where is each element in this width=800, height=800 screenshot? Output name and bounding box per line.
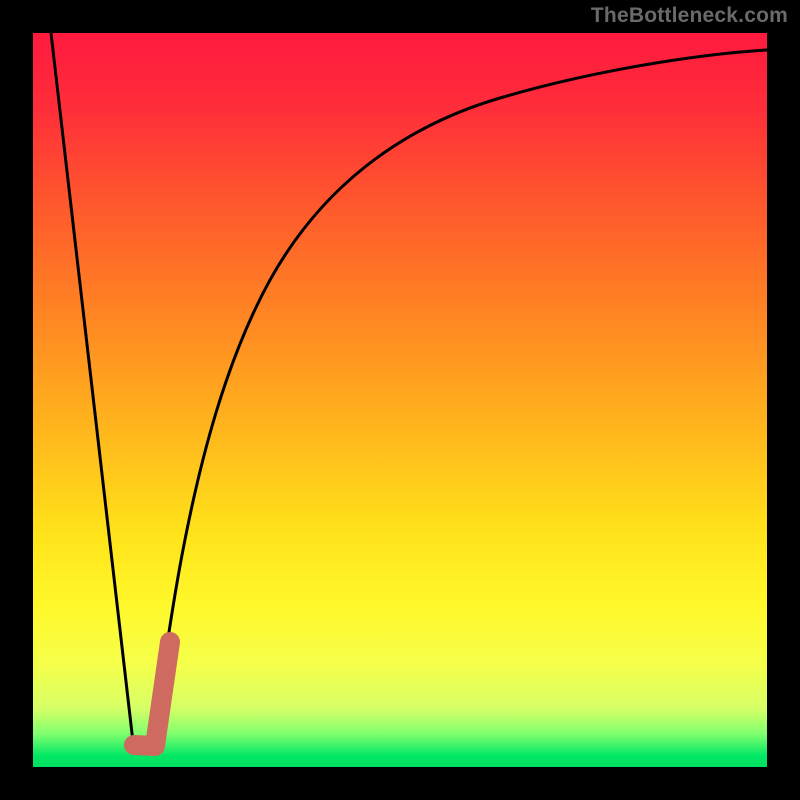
series-right-curve — [153, 50, 767, 742]
series-left-line — [51, 33, 133, 742]
series-marker-segment — [134, 642, 170, 746]
curve-layer — [0, 0, 800, 800]
chart-frame: TheBottleneck.com — [0, 0, 800, 800]
watermark-text: TheBottleneck.com — [591, 4, 788, 28]
plot-area — [33, 33, 767, 767]
